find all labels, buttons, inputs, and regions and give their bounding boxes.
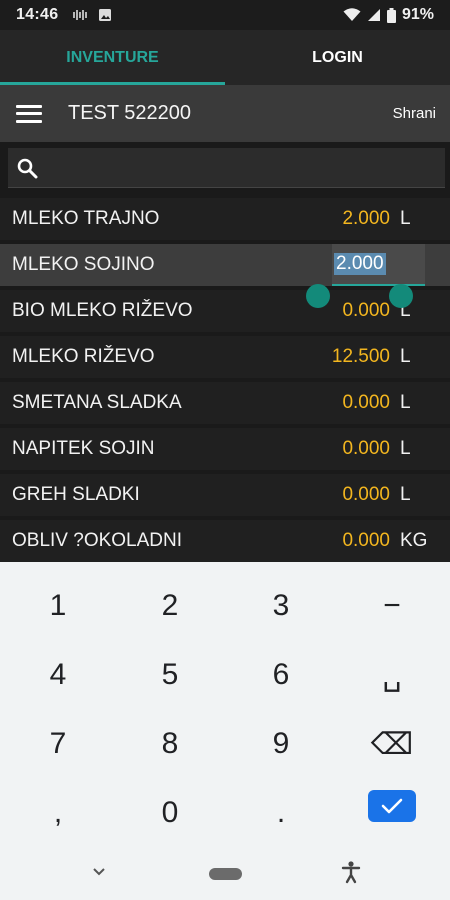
item-quantity[interactable]: 0.000 [290, 530, 400, 552]
item-unit: L [400, 484, 411, 505]
page-title: TEST 522200 [68, 102, 192, 124]
selection-end-handle[interactable] [389, 284, 413, 308]
item-name: MLEKO TRAJNO [12, 208, 160, 229]
system-nav-bar [0, 852, 450, 900]
item-name: MLEKO RIŽEVO [12, 346, 155, 367]
enter-key[interactable] [336, 772, 448, 840]
item-unit: L [400, 438, 411, 459]
key-9[interactable]: 9 [225, 710, 337, 778]
key-period[interactable]: . [225, 779, 337, 847]
quantity-input[interactable]: 2.000 [332, 244, 425, 286]
item-quantity[interactable]: 0.000 [290, 392, 400, 414]
item-name: OBLIV ?OKOLADNI [12, 530, 183, 551]
key-8[interactable]: 8 [114, 710, 226, 778]
numeric-keyboard: 1 2 3 − 4 5 6 ␣ 7 8 9 ⌫ , 0 . [0, 562, 450, 900]
save-button[interactable]: Shrani [393, 105, 436, 122]
item-unit: L [400, 208, 411, 229]
list-item[interactable]: MLEKO SOJINO 2.000 [0, 244, 450, 286]
search-input[interactable] [8, 148, 445, 188]
signal-icon [367, 9, 380, 21]
key-minus[interactable]: − [336, 572, 448, 640]
item-quantity[interactable]: 12.500 [290, 346, 400, 368]
menu-icon[interactable] [14, 102, 44, 126]
vibrate-icon [73, 10, 88, 20]
key-3[interactable]: 3 [225, 572, 337, 640]
key-comma[interactable]: , [2, 779, 114, 847]
key-4[interactable]: 4 [2, 641, 114, 709]
toolbar: TEST 522200 Shrani [0, 85, 450, 142]
home-pill[interactable] [209, 868, 242, 880]
key-2[interactable]: 2 [114, 572, 226, 640]
list-item[interactable]: OBLIV ?OKOLADNI 0.000 KG [0, 520, 450, 562]
status-bar: 14:46 91% [0, 0, 450, 30]
wifi-icon [343, 8, 361, 21]
tab-login[interactable]: LOGIN [225, 30, 450, 85]
item-unit: L [400, 346, 411, 367]
item-name: NAPITEK SOJIN [12, 438, 155, 459]
item-quantity[interactable]: 2.000 [290, 208, 400, 230]
key-6[interactable]: 6 [225, 641, 337, 709]
list-item[interactable]: BIO MLEKO RIŽEVO 0.000 L [0, 290, 450, 332]
battery-icon [386, 7, 396, 23]
item-name: MLEKO SOJINO [12, 254, 155, 275]
checkmark-icon [368, 790, 416, 822]
chevron-down-icon[interactable] [90, 862, 108, 880]
key-1[interactable]: 1 [2, 572, 114, 640]
image-icon [99, 9, 112, 21]
item-quantity[interactable]: 0.000 [290, 484, 400, 506]
item-quantity[interactable]: 0.000 [290, 438, 400, 460]
search-icon [17, 158, 38, 178]
accessibility-icon[interactable] [340, 860, 362, 884]
key-7[interactable]: 7 [2, 710, 114, 778]
tab-bar: INVENTURE LOGIN [0, 30, 450, 85]
item-name: BIO MLEKO RIŽEVO [12, 300, 193, 321]
list-item[interactable]: GREH SLADKI 0.000 L [0, 474, 450, 516]
key-0[interactable]: 0 [114, 779, 226, 847]
tab-inventure[interactable]: INVENTURE [0, 30, 225, 85]
list-item[interactable]: NAPITEK SOJIN 0.000 L [0, 428, 450, 470]
quantity-selected-text: 2.000 [334, 253, 386, 275]
item-unit: KG [400, 530, 428, 551]
selection-start-handle[interactable] [306, 284, 330, 308]
item-name: GREH SLADKI [12, 484, 140, 505]
inventory-list: MLEKO TRAJNO 2.000 L MLEKO SOJINO 2.000 … [0, 198, 450, 566]
list-item[interactable]: MLEKO TRAJNO 2.000 L [0, 198, 450, 240]
battery-percent: 91% [401, 6, 434, 23]
list-item[interactable]: SMETANA SLADKA 0.000 L [0, 382, 450, 424]
backspace-key[interactable]: ⌫ [336, 710, 448, 778]
status-time: 14:46 [16, 6, 59, 23]
item-quantity[interactable]: 0.000 [290, 300, 400, 322]
key-space[interactable]: ␣ [336, 641, 448, 709]
item-name: SMETANA SLADKA [12, 392, 182, 413]
key-5[interactable]: 5 [114, 641, 226, 709]
list-item[interactable]: MLEKO RIŽEVO 12.500 L [0, 336, 450, 378]
item-unit: L [400, 392, 411, 413]
